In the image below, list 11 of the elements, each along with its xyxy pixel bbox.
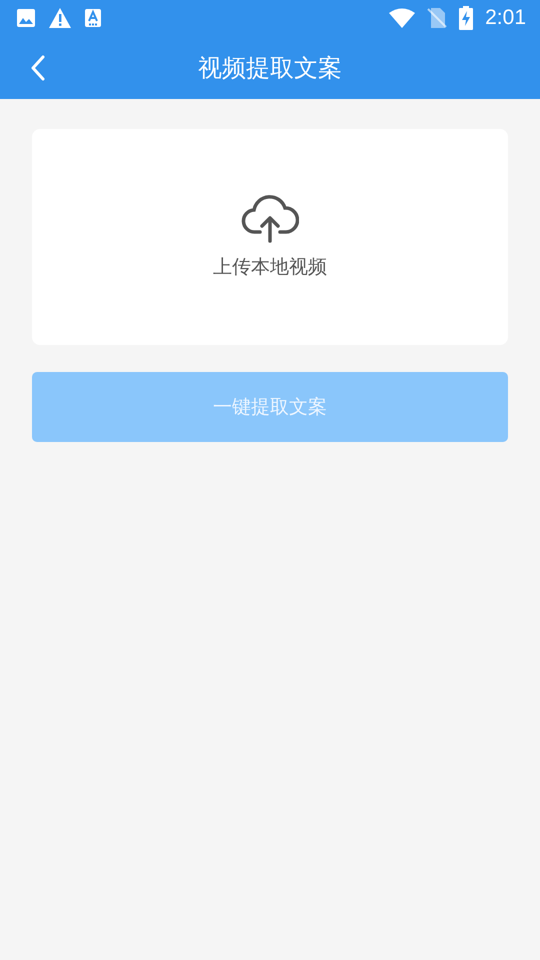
image-icon [16, 8, 36, 28]
warning-icon [48, 7, 72, 29]
status-time: 2:01 [485, 6, 526, 30]
upload-card[interactable]: 上传本地视频 [32, 129, 508, 345]
upload-label: 上传本地视频 [213, 255, 327, 280]
page-title: 视频提取文案 [198, 52, 342, 84]
battery-charging-icon [459, 6, 474, 30]
cloud-upload-icon [241, 194, 299, 244]
no-sim-icon [427, 7, 448, 29]
wifi-icon [389, 8, 416, 28]
keyboard-icon [84, 8, 102, 28]
